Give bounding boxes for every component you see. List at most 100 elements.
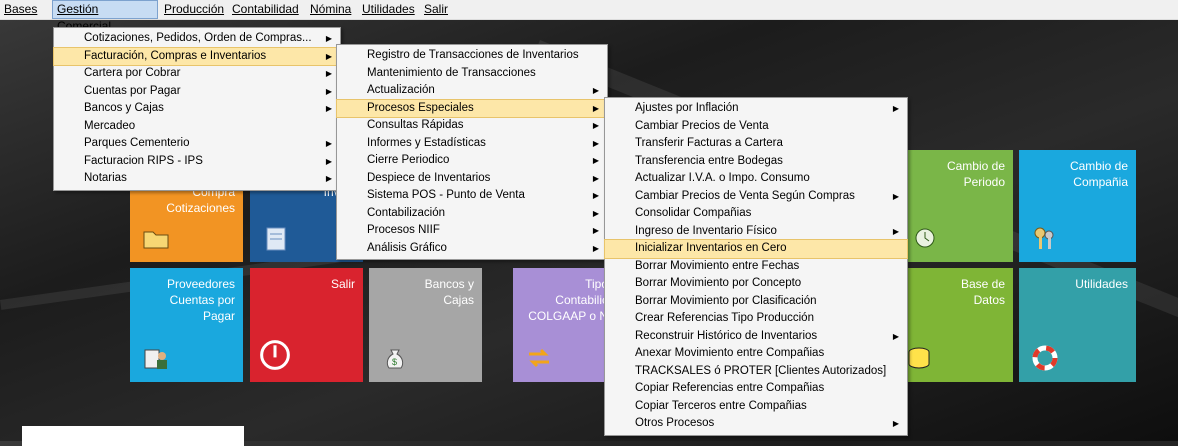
tile-utilidades-label: Utilidades xyxy=(1075,277,1128,291)
menu-item-label: Consolidar Compañias xyxy=(635,207,752,219)
menu-item-label: Sistema POS - Punto de Venta xyxy=(367,189,525,201)
menu-item-label: Ajustes por Inflación xyxy=(635,102,739,114)
menu-bases[interactable]: Bases xyxy=(0,0,41,19)
folder-icon xyxy=(143,231,169,249)
tile-tipo-label: Tipo Contabilic COLGAAP o N xyxy=(528,277,608,323)
menu-item-procesos-especiales[interactable]: Procesos Especiales ▶ xyxy=(336,98,608,118)
submenu-arrow-icon: ▶ xyxy=(892,331,899,341)
power-icon xyxy=(260,340,290,370)
tile-base-datos[interactable]: Base de Datos xyxy=(905,268,1013,382)
tile-proveedores[interactable]: Proveedores Cuentas por Pagar xyxy=(130,268,243,382)
menu-contabilidad-label: Contabilidad xyxy=(232,2,299,16)
menu-item-cartera-por-cobrar[interactable]: Cartera por Cobrar ▶ xyxy=(54,65,340,83)
tile-cambio-compania-label: Cambio de Compañia xyxy=(1069,159,1128,189)
menu-item-label: TRACKSALES ó PROTER [Clientes Autorizado… xyxy=(635,364,887,377)
menu-item-label: Bancos y Cajas xyxy=(84,102,164,114)
menu-item-cambiar-precios-de-venta-segun-compras[interactable]: Cambiar Precios de Venta Según Compras ▶ xyxy=(605,188,907,206)
tile-tipo-contabilidad[interactable]: Tipo Contabilic COLGAAP o N xyxy=(513,268,608,382)
facturacion-submenu: Registro de Transacciones de Inventarios… xyxy=(336,44,608,260)
menu-item-label: Anexar Movimiento entre Compañias xyxy=(635,347,825,359)
menu-item-label: Despiece de Inventarios xyxy=(367,171,491,184)
menu-item-parques-cementerio[interactable]: Parques Cementerio ▶ xyxy=(54,135,340,153)
menu-item-copiar-terceros-entre-companias[interactable]: Copiar Terceros entre Compañias xyxy=(605,398,907,416)
menu-utilidades-label: Utilidades xyxy=(362,2,415,16)
menu-utilidades[interactable]: Utilidades xyxy=(358,0,419,19)
menu-item-label: Facturacion RIPS - IPS xyxy=(84,154,203,167)
menu-item-label: Actualización xyxy=(367,84,435,96)
menu-item-despiece-de-inventarios[interactable]: Despiece de Inventarios ▶ xyxy=(337,170,607,188)
menu-item-crear-referencias-tipo-produccion[interactable]: Crear Referencias Tipo Producción xyxy=(605,310,907,328)
menu-item-otros-procesos[interactable]: Otros Procesos ▶ xyxy=(605,415,907,433)
menu-item-registro-de-transacciones-de-inventarios[interactable]: Registro de Transacciones de Inventarios xyxy=(337,47,607,65)
menu-item-tracksales-o-proter-clientes-autorizados[interactable]: TRACKSALES ó PROTER [Clientes Autorizado… xyxy=(605,363,907,381)
menu-item-label: Borrar Movimiento por Concepto xyxy=(635,277,802,289)
menu-item-facturacion-compras-e-inventarios[interactable]: Facturación, Compras e Inventarios ▶ xyxy=(53,46,341,66)
menu-item-consolidar-companias[interactable]: Consolidar Compañias xyxy=(605,205,907,223)
menu-nomina[interactable]: Nómina xyxy=(306,0,355,19)
menu-item-ingreso-de-inventario-fisico[interactable]: Ingreso de Inventario Físico ▶ xyxy=(605,223,907,241)
tile-utilidades[interactable]: Utilidades xyxy=(1019,268,1136,382)
submenu-arrow-icon: ▶ xyxy=(325,51,332,61)
menu-item-contabilizacion[interactable]: Contabilización ▶ xyxy=(337,205,607,223)
submenu-arrow-icon: ▶ xyxy=(325,156,332,166)
menu-item-label: Cambiar Precios de Venta Según Compras xyxy=(635,189,855,202)
menu-item-label: Transferencia entre Bodegas xyxy=(635,154,783,167)
menu-gestion-comercial[interactable]: Gestión Comercial xyxy=(52,0,158,33)
menu-contabilidad[interactable]: Contabilidad xyxy=(228,0,303,19)
menu-item-informes-y-estadisticas[interactable]: Informes y Estadísticas ▶ xyxy=(337,135,607,153)
menu-item-actualizacion[interactable]: Actualización ▶ xyxy=(337,82,607,100)
menu-item-mercadeo[interactable]: Mercadeo xyxy=(54,118,340,136)
menu-item-label: Borrar Movimiento por Clasificación xyxy=(635,294,817,307)
menu-item-borrar-movimiento-entre-fechas[interactable]: Borrar Movimiento entre Fechas xyxy=(605,258,907,276)
menu-item-label: Inicializar Inventarios en Cero xyxy=(635,242,787,254)
svg-text:$: $ xyxy=(392,357,397,367)
menu-item-mantenimiento-de-transacciones[interactable]: Mantenimiento de Transacciones xyxy=(337,65,607,83)
menu-item-label: Registro de Transacciones de Inventarios xyxy=(367,49,579,61)
menu-produccion[interactable]: Producción xyxy=(160,0,228,19)
menu-salir[interactable]: Salir xyxy=(420,0,452,19)
menu-item-copiar-referencias-entre-companias[interactable]: Copiar Referencias entre Compañias xyxy=(605,380,907,398)
submenu-arrow-icon: ▶ xyxy=(592,173,599,183)
menu-item-label: Cartera por Cobrar xyxy=(84,67,181,79)
menu-item-cierre-periodico[interactable]: Cierre Periodico ▶ xyxy=(337,152,607,170)
menu-item-reconstruir-historico-de-inventarios[interactable]: Reconstruir Histórico de Inventarios ▶ xyxy=(605,328,907,346)
menu-item-consultas-rapidas[interactable]: Consultas Rápidas ▶ xyxy=(337,117,607,135)
menu-item-label: Contabilización xyxy=(367,206,445,219)
menu-item-borrar-movimiento-por-concepto[interactable]: Borrar Movimiento por Concepto xyxy=(605,275,907,293)
menu-item-bancos-y-cajas[interactable]: Bancos y Cajas ▶ xyxy=(54,100,340,118)
tile-bancos[interactable]: Bancos y Cajas $ xyxy=(369,268,482,382)
menu-item-sistema-pos-punto-de-venta[interactable]: Sistema POS - Punto de Venta ▶ xyxy=(337,187,607,205)
menu-item-inicializar-inventarios-en-cero[interactable]: Inicializar Inventarios en Cero xyxy=(604,239,908,259)
menu-item-label: Otros Procesos xyxy=(635,417,715,429)
menu-item-transferencia-entre-bodegas[interactable]: Transferencia entre Bodegas xyxy=(605,153,907,171)
menu-item-label: Mantenimiento de Transacciones xyxy=(367,66,536,79)
menu-item-cotizaciones-pedidos-orden-de-compras[interactable]: Cotizaciones, Pedidos, Orden de Compras.… xyxy=(54,30,340,48)
submenu-arrow-icon: ▶ xyxy=(325,69,332,78)
menu-item-label: Crear Referencias Tipo Producción xyxy=(635,312,814,324)
menu-item-cuentas-por-pagar[interactable]: Cuentas por Pagar ▶ xyxy=(54,83,340,101)
menu-item-ajustes-por-inflacion[interactable]: Ajustes por Inflación ▶ xyxy=(605,100,907,118)
menu-item-borrar-movimiento-por-clasificacion[interactable]: Borrar Movimiento por Clasificación xyxy=(605,293,907,311)
menu-item-cambiar-precios-de-venta[interactable]: Cambiar Precios de Venta xyxy=(605,118,907,136)
menu-item-transferir-facturas-a-cartera[interactable]: Transferir Facturas a Cartera xyxy=(605,135,907,153)
tile-cambio-periodo[interactable]: Cambio de Periodo xyxy=(905,150,1013,262)
menu-item-label: Consultas Rápidas xyxy=(367,119,464,131)
tile-salir[interactable]: Salir xyxy=(250,268,363,382)
menu-item-label: Copiar Terceros entre Compañias xyxy=(635,399,807,412)
menu-item-analisis-grafico[interactable]: Análisis Gráfico ▶ xyxy=(337,240,607,258)
menu-item-label: Facturación, Compras e Inventarios xyxy=(84,49,267,62)
menu-item-label: Informes y Estadísticas xyxy=(367,136,486,149)
menu-item-label: Copiar Referencias entre Compañias xyxy=(635,382,825,394)
menu-item-anexar-movimiento-entre-companias[interactable]: Anexar Movimiento entre Compañias xyxy=(605,345,907,363)
menu-item-label: Notarias xyxy=(84,172,127,184)
menu-item-procesos-niif[interactable]: Procesos NIIF ▶ xyxy=(337,222,607,240)
menu-item-actualizar-i-v-a-o-impo-consumo[interactable]: Actualizar I.V.A. o Impo. Consumo xyxy=(605,170,907,188)
menu-item-facturacion-rips-ips[interactable]: Facturacion RIPS - IPS ▶ xyxy=(54,153,340,171)
submenu-arrow-icon: ▶ xyxy=(325,34,332,43)
submenu-arrow-icon: ▶ xyxy=(325,174,332,183)
submenu-arrow-icon: ▶ xyxy=(892,419,899,428)
menu-item-label: Actualizar I.V.A. o Impo. Consumo xyxy=(635,172,810,184)
tile-cambio-compania[interactable]: Cambio de Compañia xyxy=(1019,150,1136,262)
menu-item-notarias[interactable]: Notarias ▶ xyxy=(54,170,340,188)
menu-item-label: Mercadeo xyxy=(84,119,136,132)
